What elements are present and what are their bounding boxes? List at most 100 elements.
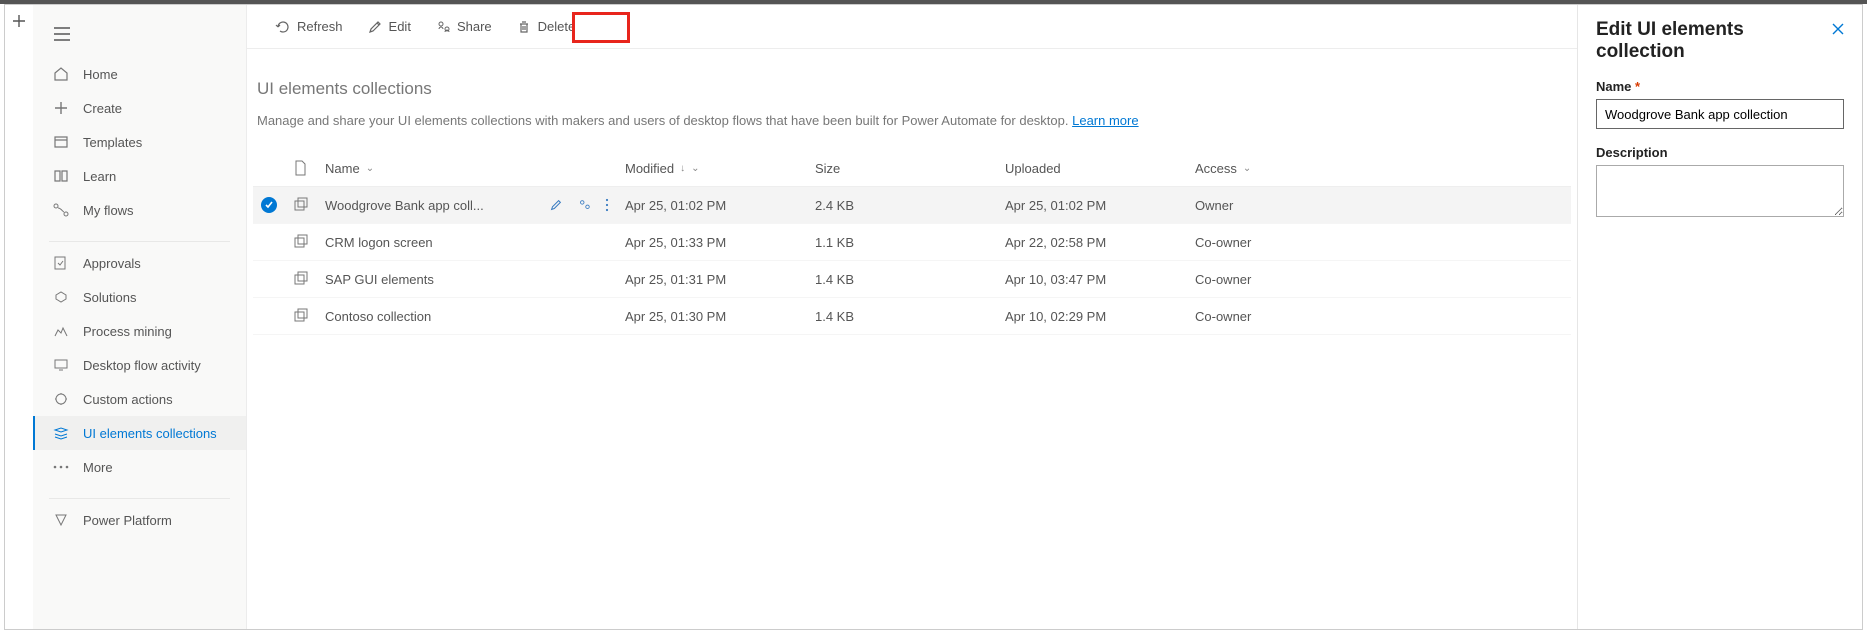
sidebar: Home Create Templates Learn My flows [33,5,247,629]
refresh-button[interactable]: Refresh [265,11,353,43]
nav-learn[interactable]: Learn [33,159,246,193]
mining-icon [53,323,69,339]
name-label: Name * [1596,79,1844,94]
collection-icon [285,187,317,224]
row-select[interactable] [253,261,285,298]
plus-icon [53,100,69,116]
nav-powerplatform[interactable]: Power Platform [33,503,246,537]
nav-label: Learn [83,169,116,184]
collections-table: Name⌄ Modified↓⌄ Size Uploaded Access⌄ W… [253,150,1571,335]
more-icon [53,459,69,475]
row-select[interactable] [253,187,285,224]
cell-name[interactable]: SAP GUI elements [317,261,617,298]
solutions-icon [53,289,69,305]
nav-customactions[interactable]: Custom actions [33,382,246,416]
chevron-down-icon: ⌄ [1243,163,1251,174]
nav-uielements[interactable]: UI elements collections [33,416,246,450]
cell-name[interactable]: Woodgrove Bank app coll... [317,187,617,224]
col-name[interactable]: Name⌄ [317,150,617,187]
layers-icon [53,425,69,441]
nav-label: Desktop flow activity [83,358,201,373]
row-name: Woodgrove Bank app coll... [325,198,484,213]
chevron-down-icon: ⌄ [366,163,374,174]
cell-modified: Apr 25, 01:31 PM [617,261,807,298]
actions-icon [53,391,69,407]
toolbar: Refresh Edit Share Delete [247,5,1577,49]
cell-size: 2.4 KB [807,187,997,224]
nav-more[interactable]: More [33,450,246,484]
cell-uploaded: Apr 10, 03:47 PM [997,261,1187,298]
learn-more-link[interactable]: Learn more [1072,113,1138,128]
required-indicator: * [1635,79,1640,94]
nav-label: Solutions [83,290,136,305]
desktop-icon [53,357,69,373]
table-row[interactable]: Contoso collection Apr 25, 01:30 PM1.4 KB… [253,298,1571,335]
nav-label: Power Platform [83,513,172,528]
nav-label: Templates [83,135,142,150]
nav-label: My flows [83,203,134,218]
cell-uploaded: Apr 22, 02:58 PM [997,224,1187,261]
description-label: Description [1596,145,1844,160]
nav-solutions[interactable]: Solutions [33,280,246,314]
col-size[interactable]: Size [807,150,997,187]
cell-modified: Apr 25, 01:30 PM [617,298,807,335]
toolbar-label: Share [457,19,492,34]
col-select[interactable] [253,150,285,187]
page-title: UI elements collections [253,79,1571,99]
edit-icon [367,19,383,35]
page-description: Manage and share your UI elements collec… [253,113,1571,128]
nav-label: More [83,460,113,475]
row-select[interactable] [253,224,285,261]
delete-icon [516,19,532,35]
toolbar-label: Refresh [297,19,343,34]
cell-size: 1.4 KB [807,298,997,335]
row-share-icon[interactable] [577,198,591,212]
col-icon [285,150,317,187]
hamburger-icon[interactable] [45,17,79,51]
nav-approvals[interactable]: Approvals [33,246,246,280]
refresh-icon [275,19,291,35]
nav-templates[interactable]: Templates [33,125,246,159]
cell-modified: Apr 25, 01:02 PM [617,187,807,224]
delete-button[interactable]: Delete [506,11,586,43]
close-button[interactable] [1828,19,1848,39]
name-input[interactable] [1596,99,1844,129]
edit-button[interactable]: Edit [357,11,421,43]
nav-home[interactable]: Home [33,57,246,91]
description-textarea[interactable] [1596,165,1844,217]
row-name: Contoso collection [325,309,431,324]
nav-processmining[interactable]: Process mining [33,314,246,348]
row-name: SAP GUI elements [325,272,434,287]
collection-icon [285,261,317,298]
nav-label: Process mining [83,324,172,339]
table-row[interactable]: CRM logon screenApr 25, 01:33 PM1.1 KBAp… [253,224,1571,261]
nav-label: Home [83,67,118,82]
cell-uploaded: Apr 25, 01:02 PM [997,187,1187,224]
toolbar-label: Edit [389,19,411,34]
cell-name[interactable]: CRM logon screen [317,224,617,261]
col-uploaded[interactable]: Uploaded [997,150,1187,187]
cell-uploaded: Apr 10, 02:29 PM [997,298,1187,335]
checkmark-icon [261,197,277,213]
row-edit-icon[interactable] [549,198,563,212]
nav-create[interactable]: Create [33,91,246,125]
row-select[interactable] [253,298,285,335]
sort-down-icon: ↓ [680,163,685,174]
table-row[interactable]: Woodgrove Bank app coll... Apr 25, 01:02 … [253,187,1571,224]
table-row[interactable]: SAP GUI elements Apr 25, 01:31 PM1.4 KBAp… [253,261,1571,298]
panel-title: Edit UI elements collection [1596,19,1844,63]
cell-size: 1.4 KB [807,261,997,298]
collection-icon [285,298,317,335]
cell-name[interactable]: Contoso collection [317,298,617,335]
row-more-icon[interactable] [605,198,609,212]
nav-myflows[interactable]: My flows [33,193,246,227]
approvals-icon [53,255,69,271]
share-button[interactable]: Share [425,11,502,43]
cell-access: Owner [1187,187,1571,224]
book-icon [53,168,69,184]
col-access[interactable]: Access⌄ [1187,150,1571,187]
row-name: CRM logon screen [325,235,433,250]
nav-desktopflow[interactable]: Desktop flow activity [33,348,246,382]
cell-access: Co-owner [1187,298,1571,335]
col-modified[interactable]: Modified↓⌄ [617,150,807,187]
